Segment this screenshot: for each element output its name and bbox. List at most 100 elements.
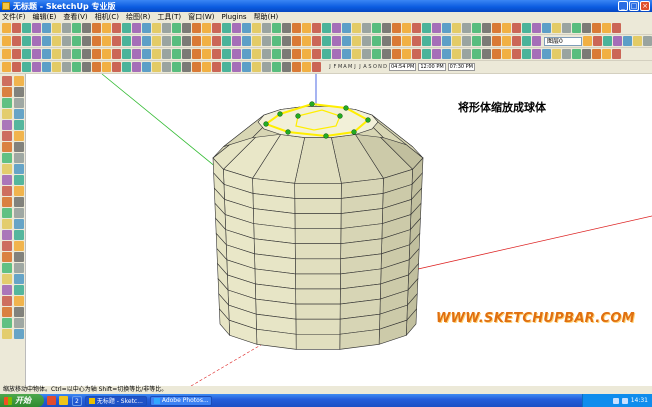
toolbar-tool-icon[interactable] bbox=[362, 23, 371, 33]
toolbar-tool-icon[interactable] bbox=[532, 36, 541, 46]
toolbar-tool-icon[interactable] bbox=[62, 23, 71, 33]
left-tool-icon[interactable] bbox=[2, 241, 12, 251]
toolbar-tool-icon[interactable] bbox=[572, 23, 581, 33]
toolbar-tool-icon[interactable] bbox=[322, 36, 331, 46]
toolbar-tool-icon[interactable] bbox=[82, 62, 91, 72]
toolbar-tool-icon[interactable] bbox=[282, 36, 291, 46]
toolbar-tool-icon[interactable] bbox=[22, 36, 31, 46]
toolbar-tool-icon[interactable] bbox=[92, 62, 101, 72]
toolbar-tool-icon[interactable] bbox=[342, 49, 351, 59]
scale-grip-handle[interactable] bbox=[343, 105, 349, 111]
menu-help[interactable]: 帮助(H) bbox=[254, 12, 279, 22]
toolbar-tool-icon[interactable] bbox=[372, 23, 381, 33]
toolbar-tool-icon[interactable] bbox=[382, 36, 391, 46]
volume-icon[interactable] bbox=[621, 397, 628, 404]
toolbar-tool-icon[interactable] bbox=[402, 49, 411, 59]
toolbar-tool-icon[interactable] bbox=[512, 49, 521, 59]
toolbar-tool-icon[interactable] bbox=[142, 23, 151, 33]
toolbar-tool-icon[interactable] bbox=[162, 62, 171, 72]
toolbar-tool-icon[interactable] bbox=[192, 62, 201, 72]
toolbar-tool-icon[interactable] bbox=[592, 49, 601, 59]
left-tool-icon[interactable] bbox=[14, 296, 24, 306]
toolbar-tool-icon[interactable] bbox=[222, 49, 231, 59]
left-tool-icon[interactable] bbox=[14, 263, 24, 273]
toolbar-tool-icon[interactable] bbox=[352, 36, 361, 46]
toolbar-tool-icon[interactable] bbox=[152, 23, 161, 33]
toolbar-tool-icon[interactable] bbox=[102, 23, 111, 33]
toolbar-tool-icon[interactable] bbox=[122, 23, 131, 33]
taskbar-group-count[interactable]: 2 bbox=[72, 395, 82, 406]
toolbar-tool-icon[interactable] bbox=[472, 49, 481, 59]
toolbar-tool-icon[interactable] bbox=[552, 23, 561, 33]
timeline-month[interactable]: M bbox=[348, 64, 352, 70]
left-tool-icon[interactable] bbox=[14, 318, 24, 328]
toolbar-tool-icon[interactable] bbox=[522, 49, 531, 59]
toolbar-tool-icon[interactable] bbox=[372, 49, 381, 59]
toolbar-tool-icon[interactable] bbox=[643, 36, 652, 46]
quicklaunch-browser-icon[interactable] bbox=[47, 396, 56, 405]
menu-file[interactable]: 文件(F) bbox=[2, 12, 26, 22]
toolbar-tool-icon[interactable] bbox=[22, 49, 31, 59]
left-tool-icon[interactable] bbox=[2, 274, 12, 284]
toolbar-tool-icon[interactable] bbox=[422, 36, 431, 46]
toolbar-tool-icon[interactable] bbox=[312, 49, 321, 59]
toolbar-tool-icon[interactable] bbox=[172, 49, 181, 59]
toolbar-tool-icon[interactable] bbox=[302, 36, 311, 46]
toolbar-tool-icon[interactable] bbox=[332, 36, 341, 46]
toolbar-tool-icon[interactable] bbox=[452, 49, 461, 59]
toolbar-tool-icon[interactable] bbox=[112, 49, 121, 59]
menu-tools[interactable]: 工具(T) bbox=[157, 12, 181, 22]
timeline-month[interactable]: F bbox=[333, 64, 337, 70]
toolbar-tool-icon[interactable] bbox=[462, 49, 471, 59]
left-tool-icon[interactable] bbox=[14, 285, 24, 295]
shadow-timeline[interactable]: JFMAMJJASOND 04:54 PM 12:00 PM 07:30 PM bbox=[328, 63, 475, 71]
toolbar-tool-icon[interactable] bbox=[22, 62, 31, 72]
left-tool-icon[interactable] bbox=[2, 307, 12, 317]
toolbar-tool-icon[interactable] bbox=[52, 49, 61, 59]
left-tool-icon[interactable] bbox=[2, 142, 12, 152]
timeline-month[interactable]: J bbox=[353, 64, 357, 70]
timeline-month[interactable]: J bbox=[328, 64, 332, 70]
scale-grip-handle[interactable] bbox=[285, 129, 291, 135]
toolbar-tool-icon[interactable] bbox=[152, 49, 161, 59]
toolbar-tool-icon[interactable] bbox=[282, 49, 291, 59]
left-tool-icon[interactable] bbox=[14, 274, 24, 284]
toolbar-tool-icon[interactable] bbox=[252, 49, 261, 59]
toolbar-tool-icon[interactable] bbox=[582, 23, 591, 33]
left-tool-icon[interactable] bbox=[2, 87, 12, 97]
left-tool-icon[interactable] bbox=[14, 186, 24, 196]
timeline-month[interactable]: J bbox=[358, 64, 362, 70]
left-tool-icon[interactable] bbox=[14, 98, 24, 108]
toolbar-tool-icon[interactable] bbox=[72, 49, 81, 59]
toolbar-tool-icon[interactable] bbox=[32, 23, 41, 33]
left-tool-icon[interactable] bbox=[2, 285, 12, 295]
toolbar-tool-icon[interactable] bbox=[252, 36, 261, 46]
toolbar-tool-icon[interactable] bbox=[152, 36, 161, 46]
toolbar-tool-icon[interactable] bbox=[222, 62, 231, 72]
toolbar-tool-icon[interactable] bbox=[112, 62, 121, 72]
toolbar-tool-icon[interactable] bbox=[582, 49, 591, 59]
toolbar-tool-icon[interactable] bbox=[562, 23, 571, 33]
toolbar-tool-icon[interactable] bbox=[192, 23, 201, 33]
toolbar-tool-icon[interactable] bbox=[62, 62, 71, 72]
toolbar-tool-icon[interactable] bbox=[52, 23, 61, 33]
toolbar-tool-icon[interactable] bbox=[262, 36, 271, 46]
toolbar-tool-icon[interactable] bbox=[152, 62, 161, 72]
toolbar-tool-icon[interactable] bbox=[522, 36, 531, 46]
layer-dropdown[interactable]: 图层0 bbox=[544, 36, 582, 46]
left-tool-icon[interactable] bbox=[14, 241, 24, 251]
scaled-cylinder-model[interactable] bbox=[212, 101, 424, 350]
toolbar-tool-icon[interactable] bbox=[542, 49, 551, 59]
left-tool-icon[interactable] bbox=[14, 329, 24, 339]
scene-canvas[interactable] bbox=[26, 74, 652, 386]
toolbar-tool-icon[interactable] bbox=[312, 36, 321, 46]
toolbar-tool-icon[interactable] bbox=[482, 36, 491, 46]
toolbar-tool-icon[interactable] bbox=[272, 49, 281, 59]
toolbar-tool-icon[interactable] bbox=[332, 49, 341, 59]
toolbar-tool-icon[interactable] bbox=[262, 62, 271, 72]
toolbar-tool-icon[interactable] bbox=[2, 23, 11, 33]
toolbar-tool-icon[interactable] bbox=[362, 49, 371, 59]
toolbar-tool-icon[interactable] bbox=[102, 36, 111, 46]
toolbar-tool-icon[interactable] bbox=[612, 49, 621, 59]
toolbar-tool-icon[interactable] bbox=[82, 23, 91, 33]
